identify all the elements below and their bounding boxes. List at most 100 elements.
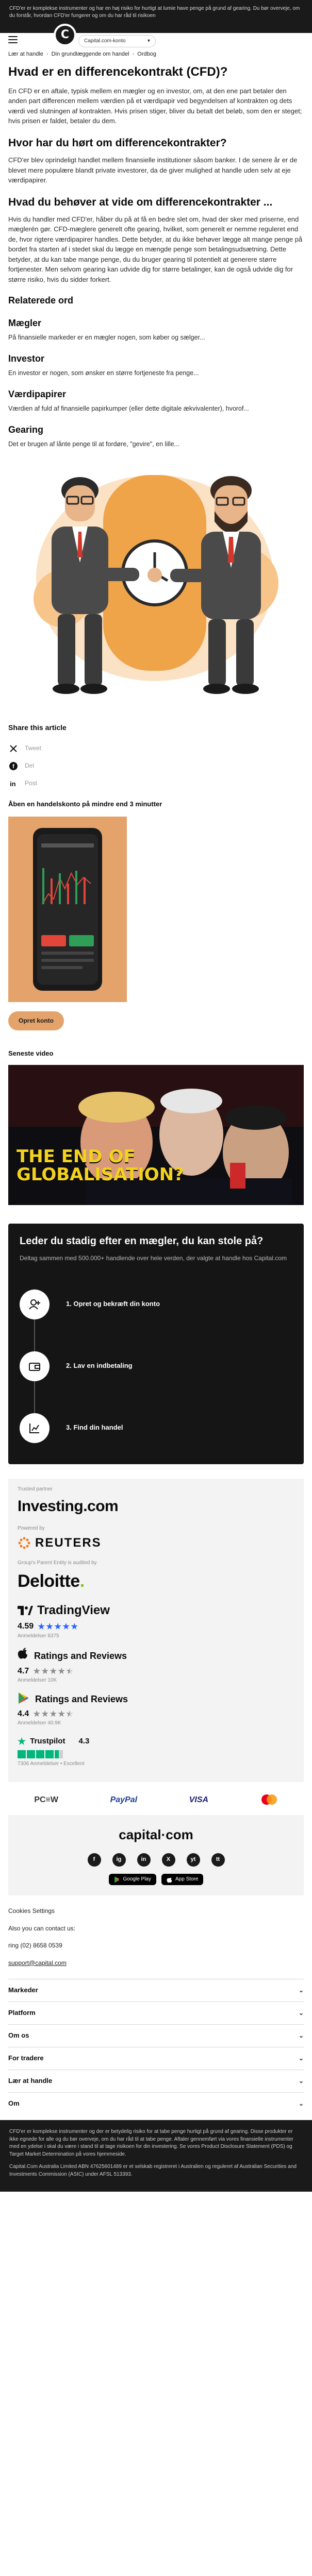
onboarding-steps: 1. Opret og bekræft din konto 2. Lav en …	[20, 1274, 292, 1459]
powered-caption: Powered by	[18, 1525, 45, 1531]
partner-caption: Trusted partner	[18, 1486, 53, 1492]
investing-logo: Investing.com	[18, 1498, 119, 1515]
trust-section: Trusted partner Investing.com Powered by…	[8, 1478, 304, 1783]
menu-icon[interactable]	[8, 36, 18, 43]
step-label: 3. Find din handel	[66, 1423, 123, 1432]
intro-paragraph: En CFD er en aftale, typisk mellem en mæ…	[8, 87, 302, 125]
accordion-item[interactable]: Om os ⌄	[8, 2024, 304, 2047]
instagram-icon[interactable]: ig	[112, 1853, 126, 1867]
create-account-button[interactable]: Opret konto	[8, 1011, 64, 1031]
term-title[interactable]: Mægler	[8, 316, 304, 330]
rating-stars	[18, 1750, 294, 1758]
tiktok-icon[interactable]: tt	[211, 1853, 225, 1867]
wallet-icon	[20, 1351, 50, 1381]
accordion-item[interactable]: Lær at handle ⌄	[8, 2070, 304, 2092]
tradingview-icon	[18, 1606, 33, 1616]
risk-warning-text: CFD'er er komplekse instrumenter og har …	[9, 6, 300, 19]
breadcrumb: Lær at handle › Din grundlæggende om han…	[8, 50, 156, 59]
account-select[interactable]: Capital.com-konto ▾	[78, 35, 156, 47]
related-words-heading: Relaterede ord	[8, 295, 74, 306]
latest-video-section: Seneste video THE END OF GLOBALISATION?	[0, 1049, 312, 1206]
google-play-badge[interactable]: Google Play	[108, 1873, 156, 1886]
share-facebook[interactable]: f Del	[8, 757, 304, 775]
breadcrumb-item[interactable]: Lær at handle	[8, 50, 43, 59]
review-count: Anmeldelser 8375	[18, 1633, 59, 1639]
apple-score: 4.7	[18, 1665, 294, 1677]
paypal-icon: PayPal	[110, 1795, 138, 1804]
accordion-item[interactable]: For tradere ⌄	[8, 2047, 304, 2070]
contact-label: Also you can contact us:	[8, 1924, 76, 1932]
disclaimer-paragraph: CFD'er er komplekse instrumenter og der …	[9, 2129, 293, 2157]
apple-store-row: Ratings and Reviews	[18, 1647, 294, 1664]
investing-partner[interactable]: Trusted partner Investing.com	[18, 1486, 294, 1518]
share-linkedin[interactable]: in Post	[8, 775, 304, 792]
video-title: THE END OF GLOBALISATION?	[17, 1146, 184, 1185]
term-definition: En investor er nogen, som ønsker en stør…	[8, 369, 199, 377]
account-select-label: Capital.com-konto	[84, 38, 126, 44]
term-title[interactable]: Værdipapirer	[8, 387, 304, 401]
breadcrumb-item[interactable]: Ordbog	[137, 50, 156, 59]
paragraph: CFD'er blev oprindeligt handlet mellem f…	[8, 156, 298, 184]
deloitte-auditor[interactable]: Group's Parent Entity is audited by Delo…	[18, 1560, 294, 1595]
store-badges: Google Play App Store	[8, 1873, 304, 1886]
phone-link[interactable]: ring (02) 8658 0539	[8, 1941, 304, 1950]
onboarding-step[interactable]: 1. Opret og bekræft din konto	[20, 1274, 292, 1335]
accordion-item[interactable]: Om ⌄	[8, 2092, 304, 2115]
footer-accordion: Markeder ⌄ Platform ⌄ Om os ⌄ For tradere ⌄ …	[8, 1979, 304, 2115]
open-account-section: Åben en handelskonto på mindre end 3 min…	[0, 800, 312, 809]
social-links: f ig in X yt tt	[8, 1853, 304, 1867]
term-title[interactable]: Investor	[8, 352, 304, 365]
chevron-down-icon: ▾	[147, 38, 150, 44]
svg-text:in: in	[10, 780, 16, 788]
share-twitter[interactable]: Tweet	[8, 740, 304, 757]
page-title: Hvad er en differencekontrakt (CFD)?	[8, 65, 228, 79]
section-heading: Hvad du behøver at vide om differencekon…	[8, 196, 273, 208]
accordion-item[interactable]: Platform ⌄	[8, 2002, 304, 2024]
twitter-icon	[8, 743, 19, 754]
breadcrumb-item[interactable]: Din grundlæggende om handel	[52, 50, 129, 59]
onboarding-step[interactable]: 2. Lav en indbetaling	[20, 1335, 292, 1397]
accordion-item[interactable]: Markeder ⌄	[8, 1979, 304, 2002]
trustpilot-caption: 7306 Anmeldelser • Excellent	[18, 1760, 85, 1767]
chevron-down-icon: ⌄	[298, 2054, 304, 2062]
app-store-badge[interactable]: App Store	[161, 1873, 204, 1886]
facebook-icon: f	[8, 761, 19, 771]
share-title: Share this article	[8, 723, 67, 732]
onboarding-step[interactable]: 3. Find din handel	[20, 1397, 292, 1459]
phone-mockup-icon	[33, 827, 102, 991]
capital-logo[interactable]: C	[54, 24, 76, 46]
step-label: 2. Lav en indbetaling	[66, 1362, 133, 1370]
linkedin-icon: in	[8, 778, 19, 789]
review-count: Anmeldelser 10K	[18, 1677, 57, 1684]
trustpilot-star-icon: ★	[18, 1736, 26, 1747]
review-count: Anmeldelser 40.9K	[18, 1720, 61, 1726]
trustpilot-rating[interactable]: ★ Trustpilot 4.3 7306 Anmeldelser • Exce…	[18, 1735, 294, 1768]
cookie-settings-link[interactable]: Cookies Settings	[8, 1907, 304, 1916]
google-store-row: Ratings and Reviews	[18, 1692, 294, 1707]
x-icon[interactable]: X	[161, 1853, 175, 1867]
google-play-icon	[18, 1692, 29, 1707]
step-label: 1. Opret og bekræft din konto	[66, 1300, 160, 1308]
reuters-partner[interactable]: Powered by REUTERS	[18, 1525, 294, 1552]
facebook-icon[interactable]: f	[87, 1853, 101, 1867]
handshake-illustration-svg	[34, 474, 278, 694]
term-title[interactable]: Gearing	[8, 423, 304, 436]
reuters-dots-icon	[18, 1537, 30, 1549]
footer-logo[interactable]: capital·com	[8, 1825, 304, 1845]
tradingview-logo: TradingView	[18, 1602, 294, 1620]
chart-icon	[20, 1413, 50, 1443]
youtube-icon[interactable]: yt	[186, 1853, 200, 1867]
linkedin-icon[interactable]: in	[137, 1853, 151, 1867]
user-plus-icon	[20, 1289, 50, 1319]
onboarding-subtitle: Deltag sammen med 500.000+ handlende ove…	[20, 1255, 287, 1262]
page: CFD'er er komplekse instrumenter og har …	[0, 0, 312, 2192]
term-definition: Værdien af fuld af finansielle papirkump…	[8, 405, 249, 413]
tradingview-rating[interactable]: TradingView 4.59 Anmeldelser 8375	[18, 1602, 294, 1640]
email-link[interactable]: support@capital.com	[8, 1959, 304, 1968]
payment-methods: PC≡W PayPal VISA	[8, 1784, 304, 1815]
apple-rating[interactable]: Ratings and Reviews 4.7 Anmeldelser 10K	[18, 1647, 294, 1685]
svg-text:f: f	[12, 764, 14, 770]
video-thumbnail[interactable]: THE END OF GLOBALISATION?	[8, 1065, 304, 1206]
google-rating[interactable]: Ratings and Reviews 4.4 Anmeldelser 40.9…	[18, 1692, 294, 1727]
chevron-down-icon: ⌄	[298, 2031, 304, 2039]
